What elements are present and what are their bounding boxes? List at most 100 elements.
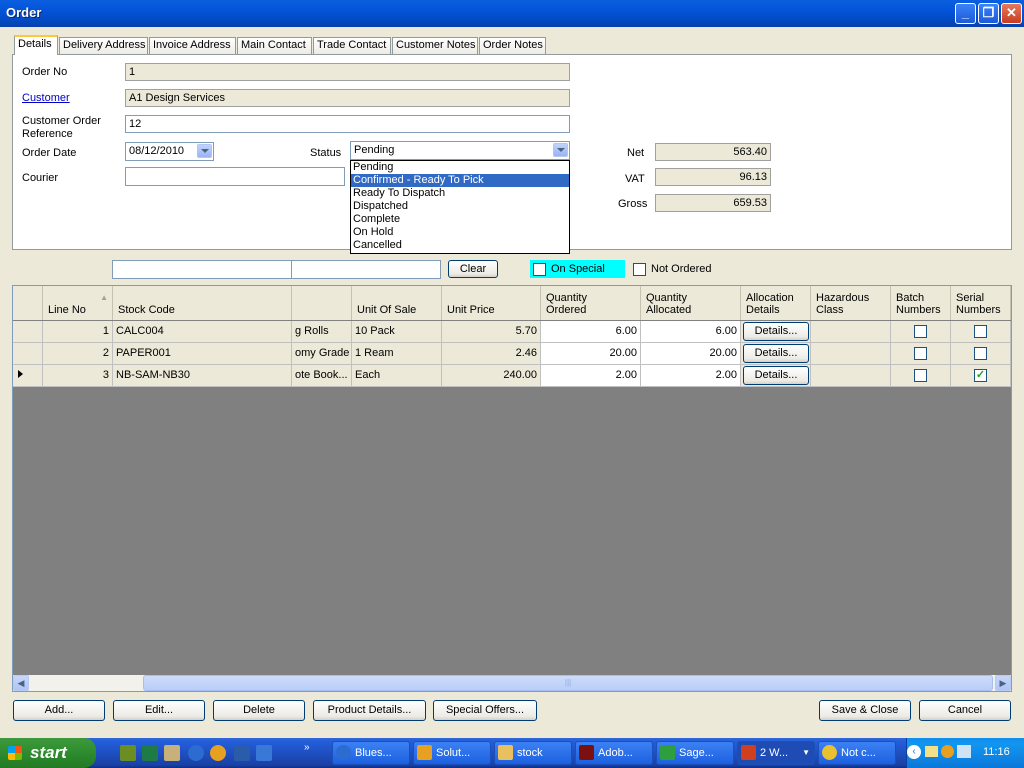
serial-checkbox[interactable]	[974, 325, 987, 338]
taskbar-item-active[interactable]: 2 W... ▼	[737, 741, 815, 765]
row-selector[interactable]	[13, 365, 43, 387]
customer-link[interactable]: Customer	[22, 92, 70, 104]
chevron-more-icon[interactable]: »	[304, 742, 310, 753]
delete-button[interactable]: Delete	[213, 700, 305, 721]
on-special-checkbox[interactable]	[533, 263, 546, 276]
tab-invoice-address[interactable]: Invoice Address	[149, 37, 236, 54]
status-option-highlighted[interactable]: Confirmed - Ready To Pick	[351, 174, 569, 187]
col-batch-numbers[interactable]: Batch Numbers	[891, 286, 951, 320]
status-option[interactable]: Complete	[351, 213, 569, 226]
quick-launch-icon[interactable]	[120, 745, 136, 761]
clock-app-icon[interactable]	[210, 745, 226, 761]
show-hidden-icons-button[interactable]: ‹	[907, 745, 921, 759]
col-quantity-ordered[interactable]: Quantity Ordered	[541, 286, 641, 320]
scroll-left-button[interactable]: ◀	[13, 675, 29, 691]
mail-icon[interactable]	[925, 746, 938, 757]
tab-customer-notes[interactable]: Customer Notes	[392, 37, 478, 54]
clock-tray-icon[interactable]	[941, 745, 954, 758]
tab-order-notes[interactable]: Order Notes	[479, 37, 546, 54]
status-option[interactable]: On Hold	[351, 226, 569, 239]
taskbar-item[interactable]: stock	[494, 741, 572, 765]
close-icon: ✕	[1006, 5, 1017, 20]
courier-input[interactable]	[125, 167, 345, 186]
col-line-no[interactable]: Line No ▲	[43, 286, 113, 320]
edit-button[interactable]: Edit...	[113, 700, 205, 721]
col-hazardous-class[interactable]: Hazardous Class	[811, 286, 891, 320]
col-quantity-allocated[interactable]: Quantity Allocated	[641, 286, 741, 320]
document-icon[interactable]	[164, 745, 180, 761]
not-ordered-checkbox[interactable]	[633, 263, 646, 276]
status-option[interactable]: Pending	[351, 161, 569, 174]
word-icon[interactable]	[234, 745, 250, 761]
tab-main-contact[interactable]: Main Contact	[237, 37, 312, 54]
qty-ordered-cell[interactable]: 6.00	[541, 321, 641, 343]
tab-trade-contact[interactable]: Trade Contact	[313, 37, 391, 54]
filter-input-2[interactable]	[291, 260, 441, 279]
taskbar-item[interactable]: Sage...	[656, 741, 734, 765]
tab-details[interactable]: Details	[14, 35, 58, 55]
cancel-button[interactable]: Cancel	[919, 700, 1011, 721]
tab-delivery-address[interactable]: Delivery Address	[59, 37, 148, 54]
order-date-picker[interactable]: 08/12/2010	[125, 142, 214, 161]
allocation-details-cell: Details...	[741, 343, 811, 365]
special-offers-button[interactable]: Special Offers...	[433, 700, 537, 721]
status-option[interactable]: Dispatched	[351, 200, 569, 213]
col-unit-of-sale[interactable]: Unit Of Sale	[352, 286, 442, 320]
col-stock-code[interactable]: Stock Code	[113, 286, 292, 320]
col-allocation-details[interactable]: Allocation Details	[741, 286, 811, 320]
taskbar-item[interactable]: Blues...	[332, 741, 410, 765]
window-title-bar[interactable]	[0, 0, 1024, 27]
qty-ordered-cell[interactable]: 20.00	[541, 343, 641, 365]
col-unit-price[interactable]: Unit Price	[442, 286, 541, 320]
serial-checkbox-checked[interactable]: ✓	[974, 369, 987, 382]
close-button[interactable]: ✕	[1001, 3, 1022, 24]
status-dropdown[interactable]: Pending	[350, 141, 570, 160]
browser-icon	[336, 745, 351, 760]
qty-ordered-cell[interactable]: 2.00	[541, 365, 641, 387]
add-button[interactable]: Add...	[13, 700, 105, 721]
on-special-filter[interactable]: On Special	[530, 260, 625, 278]
qty-allocated-cell[interactable]: 20.00	[641, 343, 741, 365]
allocation-details-button[interactable]: Details...	[743, 322, 809, 341]
serial-checkbox[interactable]	[974, 347, 987, 360]
minimize-button[interactable]: _	[955, 3, 976, 24]
row-selector[interactable]	[13, 321, 43, 343]
taskbar-item[interactable]: Adob...	[575, 741, 653, 765]
taskbar-item[interactable]: Not c...	[818, 741, 896, 765]
chevron-down-icon[interactable]	[197, 144, 212, 158]
status-option[interactable]: Ready To Dispatch	[351, 187, 569, 200]
customer-order-ref-input[interactable]: 12	[125, 115, 570, 133]
internet-explorer-icon[interactable]	[188, 745, 204, 761]
table-row[interactable]: 1 CALC004 g Rolls 10 Pack 5.70 6.00 6.00…	[13, 321, 1011, 343]
allocation-details-button[interactable]: Details...	[743, 344, 809, 363]
table-row[interactable]: 2 PAPER001 omy Grade 1 Ream 2.46 20.00 2…	[13, 343, 1011, 365]
outlook-icon[interactable]	[256, 745, 272, 761]
status-option[interactable]: Cancelled	[351, 239, 569, 252]
chevron-down-icon[interactable]	[553, 143, 568, 157]
filter-input-1[interactable]	[112, 260, 292, 279]
col-description[interactable]	[292, 286, 352, 320]
scroll-thumb[interactable]: |||	[143, 675, 993, 691]
start-button[interactable]: start	[0, 738, 96, 768]
qty-allocated-cell[interactable]: 6.00	[641, 321, 741, 343]
horizontal-scrollbar[interactable]: ◀ ||| ▶	[13, 675, 1011, 691]
allocation-details-button[interactable]: Details...	[743, 366, 809, 385]
batch-checkbox[interactable]	[914, 325, 927, 338]
scroll-right-button[interactable]: ▶	[995, 675, 1011, 691]
table-row[interactable]: 3 NB-SAM-NB30 ote Book... Each 240.00 2.…	[13, 365, 1011, 387]
save-close-button[interactable]: Save & Close	[819, 700, 911, 721]
restore-button[interactable]: ❐	[978, 3, 999, 24]
product-details-button[interactable]: Product Details...	[313, 700, 426, 721]
col-serial-numbers[interactable]: Serial Numbers	[951, 286, 1011, 320]
row-selector[interactable]	[13, 343, 43, 365]
qty-allocated-cell[interactable]: 2.00	[641, 365, 741, 387]
clock[interactable]: 11:16	[983, 746, 1010, 758]
batch-checkbox[interactable]	[914, 347, 927, 360]
status-dropdown-list[interactable]: Pending Confirmed - Ready To Pick Ready …	[350, 160, 570, 254]
network-icon[interactable]	[957, 745, 971, 758]
batch-checkbox[interactable]	[914, 369, 927, 382]
order-lines-grid[interactable]: Line No ▲ Stock Code Unit Of Sale Unit Pr…	[12, 285, 1012, 692]
excel-icon[interactable]	[142, 745, 158, 761]
clear-button[interactable]: Clear	[448, 260, 498, 278]
taskbar-item[interactable]: Solut...	[413, 741, 491, 765]
